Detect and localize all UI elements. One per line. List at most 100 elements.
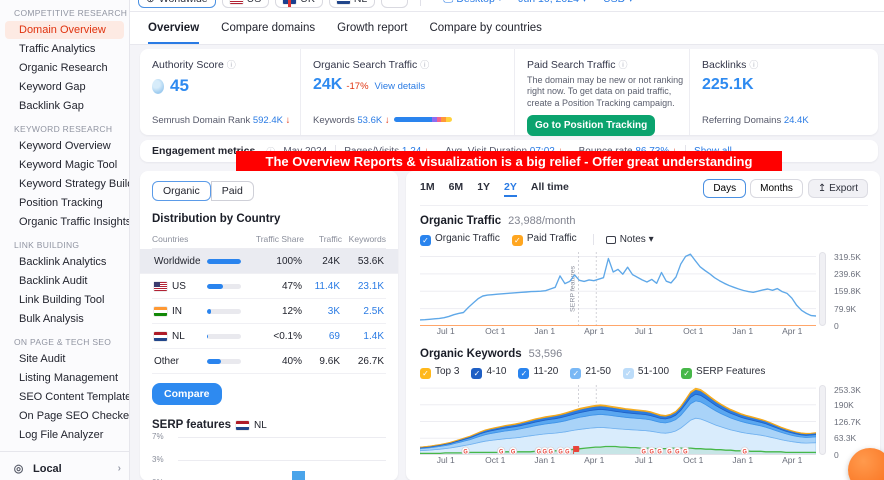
- range-2y[interactable]: 2Y: [504, 181, 517, 197]
- legend-item[interactable]: ✓51-100: [623, 366, 669, 379]
- y-tick-label: 63.3K: [834, 433, 856, 443]
- sidebar-item-listing-management[interactable]: Listing Management: [5, 369, 124, 387]
- toggle-organic[interactable]: Organic: [152, 181, 211, 201]
- traffic-value[interactable]: 11.4K: [302, 281, 340, 292]
- toggle-paid[interactable]: Paid: [211, 181, 254, 201]
- chart-scrollbar[interactable]: [819, 252, 826, 326]
- col-traffic-share: Traffic Share: [209, 234, 304, 244]
- legend-item[interactable]: ✓21-50: [570, 366, 611, 379]
- legend-item[interactable]: ✓SERP Features: [681, 366, 765, 379]
- sidebar-item-keyword-gap[interactable]: Keyword Gap: [5, 78, 124, 96]
- share-bar-fill: [207, 284, 223, 289]
- sidebar-item-local[interactable]: ◎Local›: [0, 456, 129, 480]
- notes-control[interactable]: Notes ▾: [593, 234, 654, 245]
- position-tracking-button[interactable]: Go to Position Tracking: [527, 115, 655, 136]
- legend-item[interactable]: ✓Top 3: [420, 366, 459, 379]
- sidebar-item-organic-traffic-insights[interactable]: Organic Traffic Insights: [5, 213, 124, 231]
- sidebar-item-site-audit[interactable]: Site Audit: [5, 350, 124, 368]
- sidebar-item-bulk-analysis[interactable]: Bulk Analysis: [5, 310, 124, 328]
- sidebar-item-keyword-strategy-builder[interactable]: Keyword Strategy Buildernew: [5, 175, 124, 193]
- country-name: IN: [172, 306, 182, 317]
- device-selector[interactable]: 🖵 Desktop ▾: [443, 0, 502, 6]
- location-tab-nl[interactable]: NL: [329, 0, 375, 8]
- serp-feature-bar[interactable]: [292, 471, 305, 480]
- granularity-months[interactable]: Months: [750, 179, 803, 198]
- currency-selector[interactable]: USD ▾: [603, 0, 633, 5]
- x-tick-label: Oct 1: [485, 326, 505, 336]
- y-tick-label: 319.5K: [834, 252, 861, 262]
- x-tick-label: Jan 1: [534, 326, 555, 336]
- referring-domains-value[interactable]: 24.4K: [784, 115, 809, 126]
- sidebar-item-on-page-seo-checker[interactable]: On Page SEO Checker: [5, 407, 124, 425]
- chart-scrollbar[interactable]: [819, 385, 826, 455]
- sidebar-item-keyword-magic-tool[interactable]: Keyword Magic Tool: [5, 156, 124, 174]
- traffic-share-value: 12%: [269, 306, 302, 317]
- range-6m[interactable]: 6M: [449, 181, 464, 197]
- sidebar-item-traffic-analytics[interactable]: Traffic Analytics: [5, 40, 124, 58]
- info-icon[interactable]: ⓘ: [420, 60, 429, 70]
- sidebar-item-log-file-analyzer[interactable]: Log File Analyzer: [5, 426, 124, 444]
- content-row: Organic Paid Distribution by Country Cou…: [140, 171, 880, 480]
- country-row-worldwide[interactable]: Worldwide100%24K53.6K: [140, 249, 398, 274]
- x-tick-label: Jul 1: [437, 326, 455, 336]
- sidebar-item-backlink-gap[interactable]: Backlink Gap: [5, 97, 124, 115]
- country-row-in[interactable]: IN 12%3K2.5K: [152, 299, 386, 324]
- keywords-value: 26.7K: [340, 356, 384, 367]
- domain-rank-value[interactable]: 592.4K: [253, 115, 283, 126]
- keywords-value[interactable]: 23.1K: [340, 281, 384, 292]
- organic-traffic-card: Organic Search Trafficⓘ 24K-17%View deta…: [300, 49, 514, 135]
- legend-item[interactable]: ✓Paid Traffic: [512, 233, 577, 246]
- traffic-share-value: 100%: [269, 256, 302, 267]
- granularity-toggle: DaysMonths: [703, 179, 803, 198]
- topbar-controls: ⊕Worldwide US UK NL ••• 🖵 Desktop ▾ Jun 10, 20…: [138, 0, 633, 11]
- compare-button[interactable]: Compare: [152, 383, 222, 405]
- export-button[interactable]: ↥ Export: [808, 179, 868, 198]
- country-row-us[interactable]: US47%11.4K23.1K: [152, 274, 386, 299]
- location-tab-uk[interactable]: UK: [275, 0, 323, 8]
- tab-compare-by-countries[interactable]: Compare by countries: [429, 22, 542, 44]
- range-1y[interactable]: 1Y: [477, 181, 490, 197]
- keywords-value[interactable]: 53.6K: [357, 115, 382, 126]
- keywords-value[interactable]: 1.4K: [340, 331, 384, 342]
- sidebar-item-backlink-audit[interactable]: Backlink Audit: [5, 272, 124, 290]
- sidebar-item-domain-overview[interactable]: Domain Overview: [5, 21, 124, 39]
- paid-traffic-message: The domain may be new or not ranking rig…: [527, 75, 685, 109]
- range-controls: DaysMonths ↥ Export: [703, 179, 868, 198]
- sidebar-item-position-tracking[interactable]: Position Tracking: [5, 194, 124, 212]
- country-row-other[interactable]: Other40%9.6K26.7K: [152, 349, 386, 374]
- traffic-value[interactable]: 3K: [302, 306, 340, 317]
- legend-item[interactable]: ✓11-20: [518, 366, 558, 379]
- organic-keywords-plot[interactable]: GGGGGGGGGGGGGGG: [420, 385, 816, 455]
- info-icon[interactable]: ⓘ: [749, 60, 758, 70]
- granularity-days[interactable]: Days: [703, 179, 746, 198]
- tab-growth-report[interactable]: Growth report: [337, 22, 407, 44]
- keywords-value[interactable]: 2.5K: [340, 306, 384, 317]
- legend-item[interactable]: ✓Organic Traffic: [420, 233, 500, 246]
- organic-traffic-plot[interactable]: SERP features: [420, 252, 816, 326]
- checkbox-icon: ✓: [518, 368, 529, 379]
- x-tick-label: Apr 1: [584, 455, 604, 465]
- sidebar-item-organic-research[interactable]: Organic Research: [5, 59, 124, 77]
- location-tab-worldwide[interactable]: ⊕Worldwide: [138, 0, 216, 8]
- sidebar-item-link-building-tool[interactable]: Link Building Tool: [5, 291, 124, 309]
- country-row-nl[interactable]: NL<0.1%691.4K: [152, 324, 386, 349]
- legend-item[interactable]: ✓4-10: [471, 366, 506, 379]
- sidebar-item-keyword-overview[interactable]: Keyword Overview: [5, 137, 124, 155]
- info-icon[interactable]: ⓘ: [619, 60, 628, 70]
- range-1m[interactable]: 1M: [420, 181, 435, 197]
- location-tab-us[interactable]: US: [222, 0, 270, 8]
- sidebar-item-backlink-analytics[interactable]: Backlink Analytics: [5, 253, 124, 271]
- tab-overview[interactable]: Overview: [148, 22, 199, 44]
- traffic-share-value: 47%: [269, 281, 302, 292]
- tab-compare-domains[interactable]: Compare domains: [221, 22, 315, 44]
- view-details-link[interactable]: View details: [375, 81, 426, 92]
- organic-traffic-chart: SERP features 319.5K239.6K159.8K79.9K0: [420, 252, 868, 326]
- traffic-value[interactable]: 69: [302, 331, 340, 342]
- more-locations-button[interactable]: •••: [381, 0, 408, 8]
- sidebar-item-seo-content-template[interactable]: SEO Content Template: [5, 388, 124, 406]
- range-all-time[interactable]: All time: [531, 181, 569, 197]
- info-icon[interactable]: ⓘ: [227, 60, 236, 70]
- authority-gauge-icon: [152, 79, 164, 94]
- date-selector[interactable]: Jun 10, 2024 ▾: [518, 0, 587, 5]
- topbar: ⊕Worldwide US UK NL ••• 🖵 Desktop ▾ Jun 10, 20…: [130, 0, 884, 12]
